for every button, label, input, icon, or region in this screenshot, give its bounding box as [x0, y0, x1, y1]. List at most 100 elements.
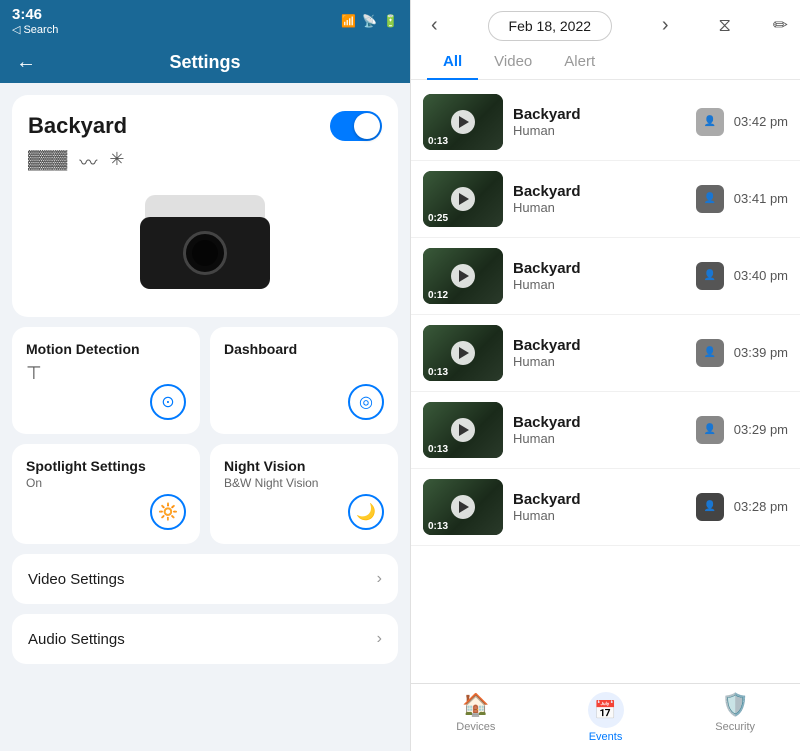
motion-detection-card[interactable]: Motion Detection ⊤ ⊙ [12, 327, 200, 434]
play-button[interactable] [451, 187, 475, 211]
play-button[interactable] [451, 418, 475, 442]
nav-events[interactable]: 📅 Events [541, 684, 671, 751]
camera-top-row: Backyard [28, 111, 382, 141]
left-panel: 3:46 ◁ Search 📶 📡 🔋 ← Settings Backyard … [0, 0, 410, 751]
audio-settings-label: Audio Settings [28, 631, 125, 648]
spotlight-light-icon: 🔆 [150, 494, 186, 530]
feature-grid: Motion Detection ⊤ ⊙ Dashboard ◎ S [12, 327, 398, 544]
event-item[interactable]: 0:13 Backyard Human 👤 03:29 pm [411, 392, 800, 469]
security-icon: 🛡️ [721, 692, 748, 718]
event-duration: 0:13 [428, 367, 448, 378]
dashboard-gauge-icon: ◎ [348, 384, 384, 420]
event-avatar: 👤 [696, 185, 724, 213]
event-tabs: All Video Alert [411, 45, 800, 80]
play-button[interactable] [451, 495, 475, 519]
event-duration: 0:25 [428, 213, 448, 224]
camera-card: Backyard ▓▓▓ 〰 ✳ [12, 95, 398, 317]
event-time: 03:29 pm [734, 422, 788, 437]
event-type: Human [513, 354, 686, 369]
dashboard-title: Dashboard [224, 341, 384, 357]
events-list: 0:13 Backyard Human 👤 03:42 pm 0:25 Back… [411, 84, 800, 684]
event-type: Human [513, 277, 686, 292]
event-type: Human [513, 123, 686, 138]
event-info: Backyard Human [513, 491, 686, 523]
event-avatar: 👤 [696, 416, 724, 444]
status-time: 3:46 [12, 6, 58, 23]
event-item[interactable]: 0:13 Backyard Human 👤 03:42 pm [411, 84, 800, 161]
play-button[interactable] [451, 341, 475, 365]
video-settings-label: Video Settings [28, 571, 124, 588]
event-info: Backyard Human [513, 106, 686, 138]
spotlight-settings-card[interactable]: Spotlight Settings On 🔆 [12, 444, 200, 544]
dashboard-card[interactable]: Dashboard ◎ [210, 327, 398, 434]
tab-alert[interactable]: Alert [548, 45, 611, 80]
nav-security[interactable]: 🛡️ Security [670, 684, 800, 751]
event-time: 03:39 pm [734, 345, 788, 360]
event-avatar: 👤 [696, 493, 724, 521]
date-display: Feb 18, 2022 [488, 11, 613, 41]
home-icon: 🏠 [462, 692, 489, 718]
event-thumbnail: 0:13 [423, 94, 503, 150]
tab-all[interactable]: All [427, 45, 478, 80]
camera-image-area [28, 187, 382, 297]
edit-icon[interactable]: ✏ [773, 15, 788, 36]
event-avatar: 👤 [696, 262, 724, 290]
bottom-nav: 🏠 Devices 📅 Events 🛡️ Security [411, 683, 800, 751]
event-item[interactable]: 0:12 Backyard Human 👤 03:40 pm [411, 238, 800, 315]
event-item[interactable]: 0:13 Backyard Human 👤 03:39 pm [411, 315, 800, 392]
event-duration: 0:13 [428, 136, 448, 147]
event-thumbnail: 0:13 [423, 325, 503, 381]
nav-devices-label: Devices [456, 721, 495, 733]
date-prev-button[interactable]: ‹ [423, 10, 446, 41]
event-avatar: 👤 [696, 339, 724, 367]
play-button[interactable] [451, 110, 475, 134]
video-settings-item[interactable]: Video Settings › [12, 554, 398, 604]
brightness-icon: ✳ [109, 149, 124, 175]
event-thumbnail: 0:25 [423, 171, 503, 227]
video-settings-chevron: › [377, 570, 382, 588]
event-info: Backyard Human [513, 260, 686, 292]
event-info: Backyard Human [513, 414, 686, 446]
night-vision-icon-wrap: 🌙 [224, 494, 384, 530]
event-item[interactable]: 0:13 Backyard Human 👤 03:28 pm [411, 469, 800, 546]
motion-icon-wrap: ⊙ [26, 384, 186, 420]
audio-settings-item[interactable]: Audio Settings › [12, 614, 398, 664]
event-thumbnail: 0:13 [423, 479, 503, 535]
event-thumbnail: 0:12 [423, 248, 503, 304]
camera-status-icons: ▓▓▓ 〰 ✳ [28, 149, 382, 175]
event-name: Backyard [513, 260, 686, 277]
event-type: Human [513, 431, 686, 446]
wifi-icon: 📡 [362, 14, 377, 28]
nav-events-label: Events [589, 731, 623, 743]
battery-status-icon: ▓▓▓ [28, 149, 67, 175]
app-header: ← Settings [0, 42, 410, 83]
night-vision-card[interactable]: Night Vision B&W Night Vision 🌙 [210, 444, 398, 544]
event-time: 03:42 pm [734, 114, 788, 129]
event-duration: 0:13 [428, 521, 448, 532]
date-next-button[interactable]: › [654, 10, 677, 41]
search-label[interactable]: Search [23, 24, 58, 36]
event-time: 03:41 pm [734, 191, 788, 206]
camera-name: Backyard [28, 113, 127, 139]
play-button[interactable] [451, 264, 475, 288]
settings-body: Backyard ▓▓▓ 〰 ✳ [0, 83, 410, 751]
event-item[interactable]: 0:25 Backyard Human 👤 03:41 pm [411, 161, 800, 238]
camera-toggle[interactable] [330, 111, 382, 141]
event-name: Backyard [513, 337, 686, 354]
event-time: 03:40 pm [734, 268, 788, 283]
event-type: Human [513, 200, 686, 215]
signal-icon: 📶 [341, 14, 356, 28]
wifi-status-icon: 〰 [79, 149, 97, 175]
nav-security-label: Security [715, 721, 755, 733]
night-vision-subtitle: B&W Night Vision [224, 476, 384, 490]
nav-devices[interactable]: 🏠 Devices [411, 684, 541, 751]
page-title: Settings [169, 52, 240, 73]
audio-settings-chevron: › [377, 630, 382, 648]
event-duration: 0:12 [428, 290, 448, 301]
night-moon-icon: 🌙 [348, 494, 384, 530]
filter-icon[interactable]: ⧖ [718, 15, 731, 36]
tab-video[interactable]: Video [478, 45, 548, 80]
back-button[interactable]: ← [16, 51, 36, 74]
spotlight-subtitle: On [26, 476, 186, 490]
spotlight-icon-wrap: 🔆 [26, 494, 186, 530]
